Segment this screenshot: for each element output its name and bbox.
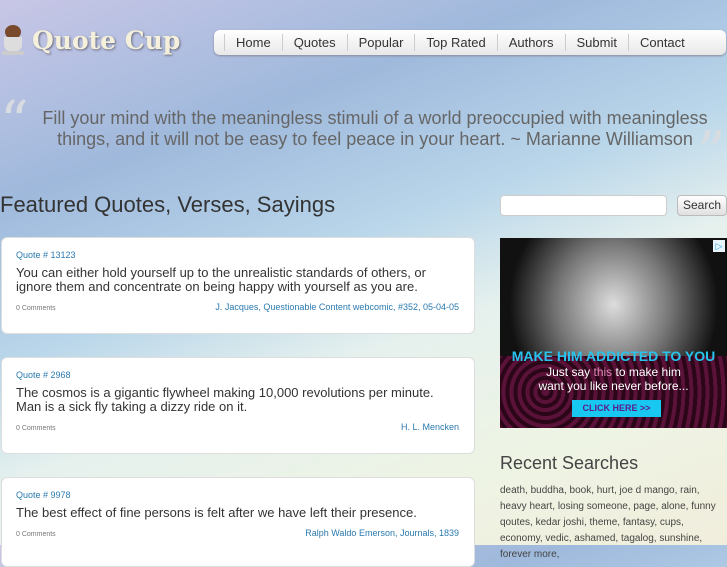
site-name: Quote Cup — [32, 25, 181, 55]
recent-searches-list[interactable]: death, buddha, book, hurt, joe d mango, … — [500, 483, 727, 563]
nav-submit[interactable]: Submit — [564, 34, 628, 51]
quote-card: Quote # 9978 The best effect of fine per… — [1, 477, 475, 567]
quote-text: The best effect of fine persons is felt … — [16, 505, 417, 520]
quote-text: The cosmos is a gigantic flywheel making… — [16, 385, 434, 414]
comments-link[interactable]: 0 Comments — [16, 305, 56, 312]
quote-text: You can either hold yourself up to the u… — [16, 265, 426, 294]
site-logo[interactable]: Quote Cup — [2, 25, 180, 55]
quote-card: Quote # 13123 You can either hold yourse… — [1, 237, 475, 334]
search-input[interactable] — [500, 195, 667, 216]
comments-link[interactable]: 0 Comments — [16, 531, 56, 538]
open-quote-icon: “ — [0, 90, 29, 155]
comments-link[interactable]: 0 Comments — [16, 425, 56, 432]
quote-card: Quote # 2968 The cosmos is a gigantic fl… — [1, 357, 475, 454]
nav-popular[interactable]: Popular — [346, 34, 415, 51]
page-title: Featured Quotes, Verses, Sayings — [0, 192, 336, 217]
ad-subtext: Just say this to make him want you like n… — [538, 365, 689, 393]
adchoices-icon[interactable]: ▷ — [713, 240, 725, 252]
nav-contact[interactable]: Contact — [627, 34, 685, 51]
nav-authors[interactable]: Authors — [496, 34, 565, 51]
hero-quote: Fill your mind with the meaningless stim… — [42, 108, 708, 149]
author-link[interactable]: H. L. Mencken — [401, 422, 459, 432]
quote-number[interactable]: Quote # 9978 — [16, 490, 459, 500]
close-quote-icon: ” — [697, 120, 726, 185]
coffee-cup-icon — [2, 25, 24, 55]
recent-searches-title: Recent Searches — [500, 453, 639, 473]
search-button[interactable]: Search — [677, 195, 727, 216]
author-link[interactable]: J. Jacques, Questionable Content webcomi… — [215, 302, 459, 312]
quote-number[interactable]: Quote # 2968 — [16, 370, 459, 380]
advertisement[interactable]: ▷ MAKE HIM ADDICTED TO YOU Just say this… — [500, 238, 727, 428]
main-nav: Home Quotes Popular Top Rated Authors Su… — [214, 30, 726, 55]
nav-top-rated[interactable]: Top Rated — [414, 34, 496, 51]
ad-click-button[interactable]: CLICK HERE >> — [572, 400, 661, 417]
ad-headline: MAKE HIM ADDICTED TO YOU — [511, 348, 716, 364]
quote-number[interactable]: Quote # 13123 — [16, 250, 459, 260]
nav-home[interactable]: Home — [224, 34, 282, 51]
nav-quotes[interactable]: Quotes — [281, 34, 347, 51]
author-link[interactable]: Ralph Waldo Emerson, Journals, 1839 — [305, 528, 459, 538]
